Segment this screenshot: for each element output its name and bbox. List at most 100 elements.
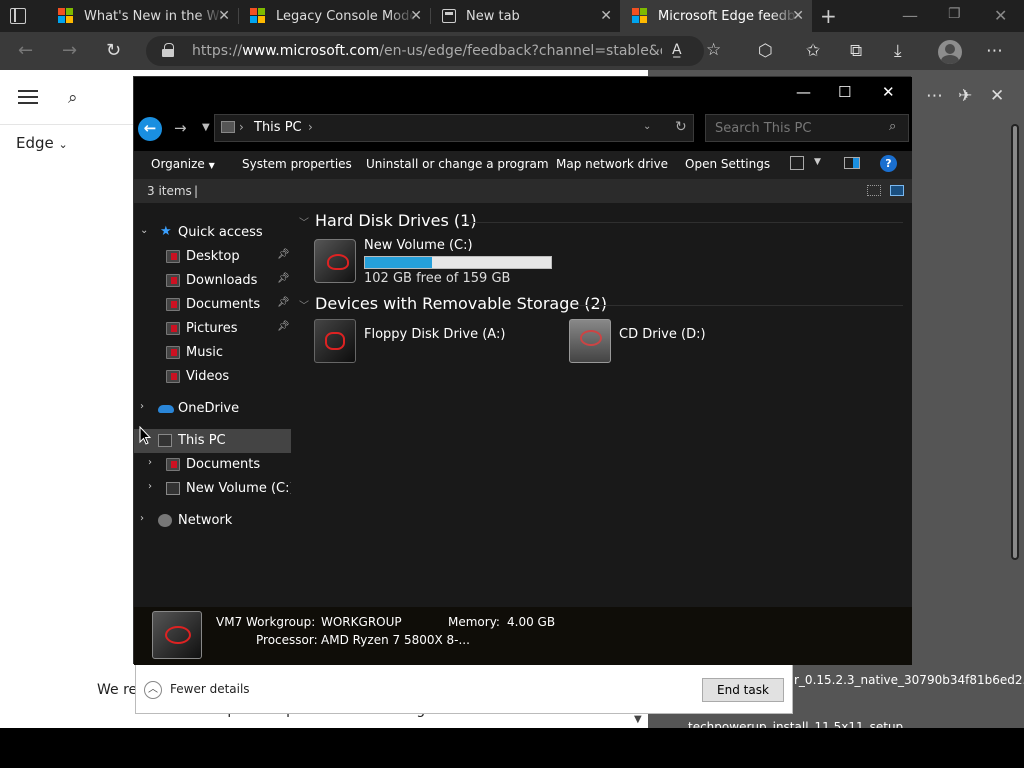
chevron-right-icon[interactable]: › xyxy=(148,457,152,468)
more-options-icon[interactable]: ⋯ xyxy=(926,86,943,106)
download-file-name[interactable]: r_0.15.2.3_native_30790b34f81b6ed2... xyxy=(794,673,1024,687)
unpin-icon[interactable]: ✈ xyxy=(958,86,972,106)
maximize-icon[interactable]: ☐ xyxy=(838,83,851,101)
end-task-button[interactable]: End task xyxy=(702,678,784,702)
close-tab-icon[interactable]: ✕ xyxy=(410,8,422,24)
chevron-right-icon[interactable]: › xyxy=(239,120,244,134)
add-favorite-icon[interactable]: ☆ xyxy=(706,40,721,60)
panel-scrollbar-thumb[interactable] xyxy=(1013,126,1017,558)
lock-icon[interactable] xyxy=(162,43,174,57)
favorites-icon[interactable]: ✩ xyxy=(806,41,820,61)
workgroup-value: WORKGROUP xyxy=(321,615,402,629)
group-header-removable-storage[interactable]: ﹀ Devices with Removable Storage (2) xyxy=(299,294,607,313)
chevron-right-icon[interactable]: › xyxy=(140,401,144,412)
uninstall-program-button[interactable]: Uninstall or change a program xyxy=(366,157,549,171)
url-text[interactable]: https://www.microsoft.com/en-us/edge/fee… xyxy=(192,43,662,59)
group-header-hard-disk-drives[interactable]: ﹀ Hard Disk Drives (1) xyxy=(299,211,477,230)
forward-arrow-icon[interactable]: → xyxy=(62,40,77,61)
new-tab-plus-icon[interactable]: + xyxy=(820,4,837,28)
pin-icon[interactable]: 📌︎ xyxy=(277,273,290,284)
profile-avatar[interactable] xyxy=(938,40,962,64)
pin-icon[interactable]: 📌︎ xyxy=(277,321,290,332)
nav-item-pictures[interactable]: Pictures 📌︎ xyxy=(134,317,291,341)
chevron-right-icon[interactable]: › xyxy=(140,513,144,524)
read-aloud-icon[interactable]: A̲ xyxy=(672,42,682,58)
details-view-icon[interactable] xyxy=(867,185,881,196)
back-arrow-icon[interactable]: ← xyxy=(18,40,33,61)
system-properties-button[interactable]: System properties xyxy=(242,157,352,171)
content-pane: ﹀ Hard Disk Drives (1) New Volume (C:) 10… xyxy=(291,203,912,607)
pin-icon[interactable]: 📌︎ xyxy=(277,297,290,308)
nav-item-new-volume-c[interactable]: › New Volume (C:) xyxy=(134,477,295,501)
forward-arrow-icon[interactable]: → xyxy=(174,119,187,137)
close-tab-icon[interactable]: ✕ xyxy=(792,8,804,24)
address-path-bar[interactable]: › This PC › ⌄ ↻ xyxy=(214,114,694,142)
nav-item-videos[interactable]: Videos xyxy=(134,365,291,389)
chevron-down-icon[interactable]: ▼ xyxy=(814,157,821,167)
large-icons-view-icon[interactable] xyxy=(890,185,904,196)
search-input[interactable]: Search This PC ⌕ xyxy=(705,114,909,142)
scroll-down-arrow-icon[interactable]: ▼ xyxy=(634,714,642,725)
close-window-icon[interactable]: ✕ xyxy=(882,83,895,101)
close-panel-icon[interactable]: ✕ xyxy=(990,86,1004,106)
help-icon[interactable]: ? xyxy=(880,155,897,172)
open-settings-button[interactable]: Open Settings xyxy=(685,157,770,171)
tab-actions-icon[interactable] xyxy=(10,8,26,24)
nav-item-downloads[interactable]: Downloads 📌︎ xyxy=(134,269,291,293)
search-icon[interactable]: ⌕ xyxy=(68,88,78,108)
edge-menu[interactable]: Edge ⌄ xyxy=(16,134,68,152)
chevron-down-icon[interactable]: ﹀ xyxy=(299,218,309,229)
file-explorer-window: — ☐ ✕ ← → ▼ › This PC › ⌄ ↻ Search This … xyxy=(133,76,912,665)
map-network-drive-button[interactable]: Map network drive xyxy=(556,157,668,171)
download-file-name[interactable]: techpowerup_install_11.5x11_setup xyxy=(688,720,903,728)
chevron-right-icon[interactable]: › xyxy=(148,481,152,492)
browser-tab-new-tab[interactable]: New tab ✕ xyxy=(430,0,620,32)
hamburger-menu-icon[interactable] xyxy=(18,90,38,104)
close-tab-icon[interactable]: ✕ xyxy=(218,8,230,24)
address-bar[interactable]: https://www.microsoft.com/en-us/edge/fee… xyxy=(146,36,721,66)
organize-button[interactable]: Organize ▼ xyxy=(151,157,215,171)
nav-item-desktop[interactable]: Desktop 📌︎ xyxy=(134,245,291,269)
nav-item-onedrive[interactable]: › OneDrive xyxy=(134,397,291,421)
nav-item-this-pc[interactable]: This PC xyxy=(134,429,291,453)
browser-tab-whats-new[interactable]: What's New in the Windows ✕ xyxy=(46,0,238,32)
recent-locations-chevron-icon[interactable]: ▼ xyxy=(202,122,210,133)
extensions-icon[interactable]: ⬡ xyxy=(758,41,773,61)
drive-usage-bar xyxy=(364,256,552,269)
preview-pane-icon[interactable] xyxy=(844,157,860,169)
more-options-icon[interactable]: ⋯ xyxy=(986,41,1003,61)
nav-item-documents[interactable]: Documents 📌︎ xyxy=(134,293,291,317)
breadcrumb[interactable]: This PC xyxy=(254,120,302,135)
memory-label: Memory: xyxy=(448,615,500,629)
nav-item-quick-access[interactable]: ⌄ ★ Quick access xyxy=(134,221,291,245)
search-icon[interactable]: ⌕ xyxy=(889,119,896,134)
chevron-down-icon[interactable]: ﹀ xyxy=(299,301,309,312)
close-tab-icon[interactable]: ✕ xyxy=(600,8,612,24)
chevron-right-icon[interactable]: › xyxy=(308,120,313,134)
microsoft-logo-icon xyxy=(632,8,648,24)
chevron-up-circle-icon[interactable]: ︿ xyxy=(144,681,162,699)
refresh-icon[interactable]: ↻ xyxy=(675,119,687,135)
chevron-down-icon[interactable]: ⌄ xyxy=(643,121,651,132)
nav-item-network[interactable]: › Network xyxy=(134,509,291,533)
nav-item-pc-documents[interactable]: › Documents xyxy=(134,453,291,477)
change-view-icon[interactable] xyxy=(790,156,804,170)
explorer-title-bar[interactable]: — ☐ ✕ xyxy=(134,77,912,113)
nav-item-music[interactable]: Music xyxy=(134,341,291,365)
pin-icon[interactable]: 📌︎ xyxy=(277,249,290,260)
status-divider: | xyxy=(194,184,199,198)
fewer-details-link[interactable]: Fewer details xyxy=(170,682,250,696)
close-window-icon[interactable]: ✕ xyxy=(994,6,1007,25)
refresh-icon[interactable]: ↻ xyxy=(106,40,121,61)
browser-tab-legacy-console[interactable]: Legacy Console Mode - Co ✕ xyxy=(238,0,430,32)
chevron-down-icon[interactable]: ⌄ xyxy=(140,225,148,236)
nav-label: Downloads xyxy=(186,273,258,288)
back-arrow-icon[interactable]: ← xyxy=(138,117,162,141)
minimize-icon[interactable]: — xyxy=(796,83,811,101)
minimize-icon[interactable]: — xyxy=(902,6,918,25)
collections-icon[interactable]: ⧉ xyxy=(850,41,862,61)
browser-tab-edge-feedback[interactable]: Microsoft Edge feedback ✕ xyxy=(620,0,812,32)
task-manager-footer: ︿ Fewer details End task xyxy=(135,664,793,714)
restore-icon[interactable]: ❐ xyxy=(948,6,961,22)
downloads-icon[interactable]: ⤓ xyxy=(894,41,902,61)
